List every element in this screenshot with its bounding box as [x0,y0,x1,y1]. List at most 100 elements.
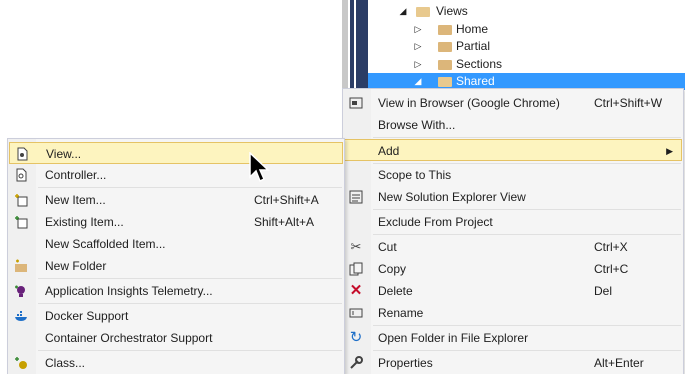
menu-separator [373,137,681,138]
folder-icon [438,60,452,70]
tree-item-home[interactable]: ▷ Home [368,21,685,38]
menu-item-label: Copy [378,262,407,276]
menu-item-label: Container Orchestrator Support [45,331,213,345]
menu-item-shortcut: Shift+Alt+A [254,215,315,229]
menu-item-label: Class... [45,356,86,370]
new-folder-icon [13,258,29,274]
solution-view-icon [348,189,364,205]
menu-item-label: New Solution Explorer View [378,190,526,204]
menu-item-label: Cut [378,240,397,254]
copy-icon [348,261,364,277]
menu-item-label: Add [378,144,400,158]
menu-item-label: New Item... [45,193,106,207]
menu-item-label: Rename [378,306,424,320]
menu-item-label: Delete [378,284,413,298]
solution-explorer-tree: ◢ Views ▷ Home ▷ Partial ▷ Sections ◢ Sh… [342,0,685,90]
existing-item-icon [13,214,29,230]
controller-file-icon [13,167,29,183]
menu-item-view-in-browser[interactable]: View in Browser (Google Chrome) Ctrl+Shi… [344,92,682,114]
menu-item-label: Exclude From Project [378,215,493,229]
menu-item-label: New Scaffolded Item... [45,237,166,251]
refresh-icon: ↻ [349,329,363,346]
menu-item-copy[interactable]: Copy Ctrl+C [344,258,682,280]
menu-item-existing-item[interactable]: Existing Item... Shift+Alt+A [9,211,343,233]
menu-separator [373,209,681,210]
menu-separator [373,234,681,235]
tree-item-views[interactable]: ◢ Views [368,3,685,20]
delete-icon: ✕ [349,282,363,299]
menu-item-shortcut: Ctrl+Shift+W [594,96,663,110]
menu-item-shortcut: Alt+Enter [594,356,644,370]
menu-item-new-solution-explorer-view[interactable]: New Solution Explorer View [344,186,682,208]
menu-item-properties[interactable]: Properties Alt+Enter [344,352,682,374]
menu-separator [38,187,342,188]
tree-item-label: Views [436,4,468,18]
tree-item-label: Partial [456,39,491,53]
menu-item-new-item[interactable]: New Item... Ctrl+Shift+A [9,189,343,211]
new-item-icon [13,192,29,208]
menu-item-label: New Folder [45,259,107,273]
menu-item-docker-support[interactable]: Docker Support [9,305,343,327]
menu-item-label: Application Insights Telemetry... [45,284,213,298]
menu-separator [373,325,681,326]
folder-open-icon [438,77,452,87]
folder-icon [438,25,452,35]
tree-item-label: Sections [456,57,503,71]
context-menu: View in Browser (Google Chrome) Ctrl+Shi… [342,88,684,374]
tree-item-sections[interactable]: ▷ Sections [368,56,685,73]
docker-icon [13,308,29,324]
menu-item-label: Scope to This [378,168,452,182]
menu-separator [38,350,342,351]
menu-item-label: View in Browser (Google Chrome) [378,96,560,110]
menu-item-class[interactable]: Class... [9,352,343,374]
mouse-cursor-icon [249,152,270,183]
menu-item-add[interactable]: Add ▶ [344,139,682,161]
menu-separator [38,278,342,279]
tree-item-partial[interactable]: ▷ Partial [368,38,685,55]
folder-icon [438,42,452,52]
menu-item-new-folder[interactable]: New Folder [9,255,343,277]
menu-item-exclude-from-project[interactable]: Exclude From Project [344,211,682,233]
menu-item-shortcut: Ctrl+C [594,262,629,276]
menu-item-browse-with[interactable]: Browse With... [344,114,682,136]
menu-item-shortcut: Ctrl+X [594,240,628,254]
menu-item-shortcut: Del [594,284,613,298]
menu-item-view[interactable]: View... [9,142,343,164]
menu-item-label: Existing Item... [45,215,124,229]
menu-item-label: Browse With... [378,118,456,132]
tree-item-label: Home [456,22,489,36]
menu-item-cut[interactable]: ✂ Cut Ctrl+X [344,236,682,258]
insights-icon [13,283,29,299]
expand-arrow-icon[interactable]: ▷ [413,56,423,73]
menu-item-app-insights[interactable]: Application Insights Telemetry... [9,280,343,302]
menu-item-label: Properties [378,356,433,370]
menu-item-container-orchestrator[interactable]: Container Orchestrator Support [9,327,343,349]
menu-item-label: Controller... [45,168,107,182]
wrench-icon [348,355,364,371]
scrollbar-track [350,0,354,88]
menu-item-shortcut: Ctrl+Shift+A [254,193,319,207]
menu-item-label: Open Folder in File Explorer [378,331,529,345]
browser-icon [348,95,364,111]
expand-arrow-icon[interactable]: ▷ [413,38,423,55]
view-file-icon [14,146,30,162]
menu-separator [373,350,681,351]
add-submenu: View... Controller... New Item... Ctrl+S… [7,138,345,374]
menu-item-label: Docker Support [45,309,129,323]
menu-item-open-folder[interactable]: ↻ Open Folder in File Explorer [344,327,682,349]
class-icon [13,355,29,371]
menu-item-delete[interactable]: ✕ Delete Del [344,280,682,302]
menu-item-rename[interactable]: Rename [344,302,682,324]
collapse-arrow-icon[interactable]: ◢ [398,3,408,20]
menu-item-new-scaffolded-item[interactable]: New Scaffolded Item... [9,233,343,255]
scissors-icon: ✂ [350,239,362,254]
menu-separator [38,303,342,304]
menu-item-label: View... [46,147,82,161]
tree-margin [356,0,368,88]
menu-item-controller[interactable]: Controller... [9,164,343,186]
submenu-arrow-icon: ▶ [666,146,673,156]
splitter[interactable] [342,0,348,88]
menu-item-scope-to-this[interactable]: Scope to This [344,164,682,186]
rename-icon [348,305,364,321]
expand-arrow-icon[interactable]: ▷ [413,21,423,38]
